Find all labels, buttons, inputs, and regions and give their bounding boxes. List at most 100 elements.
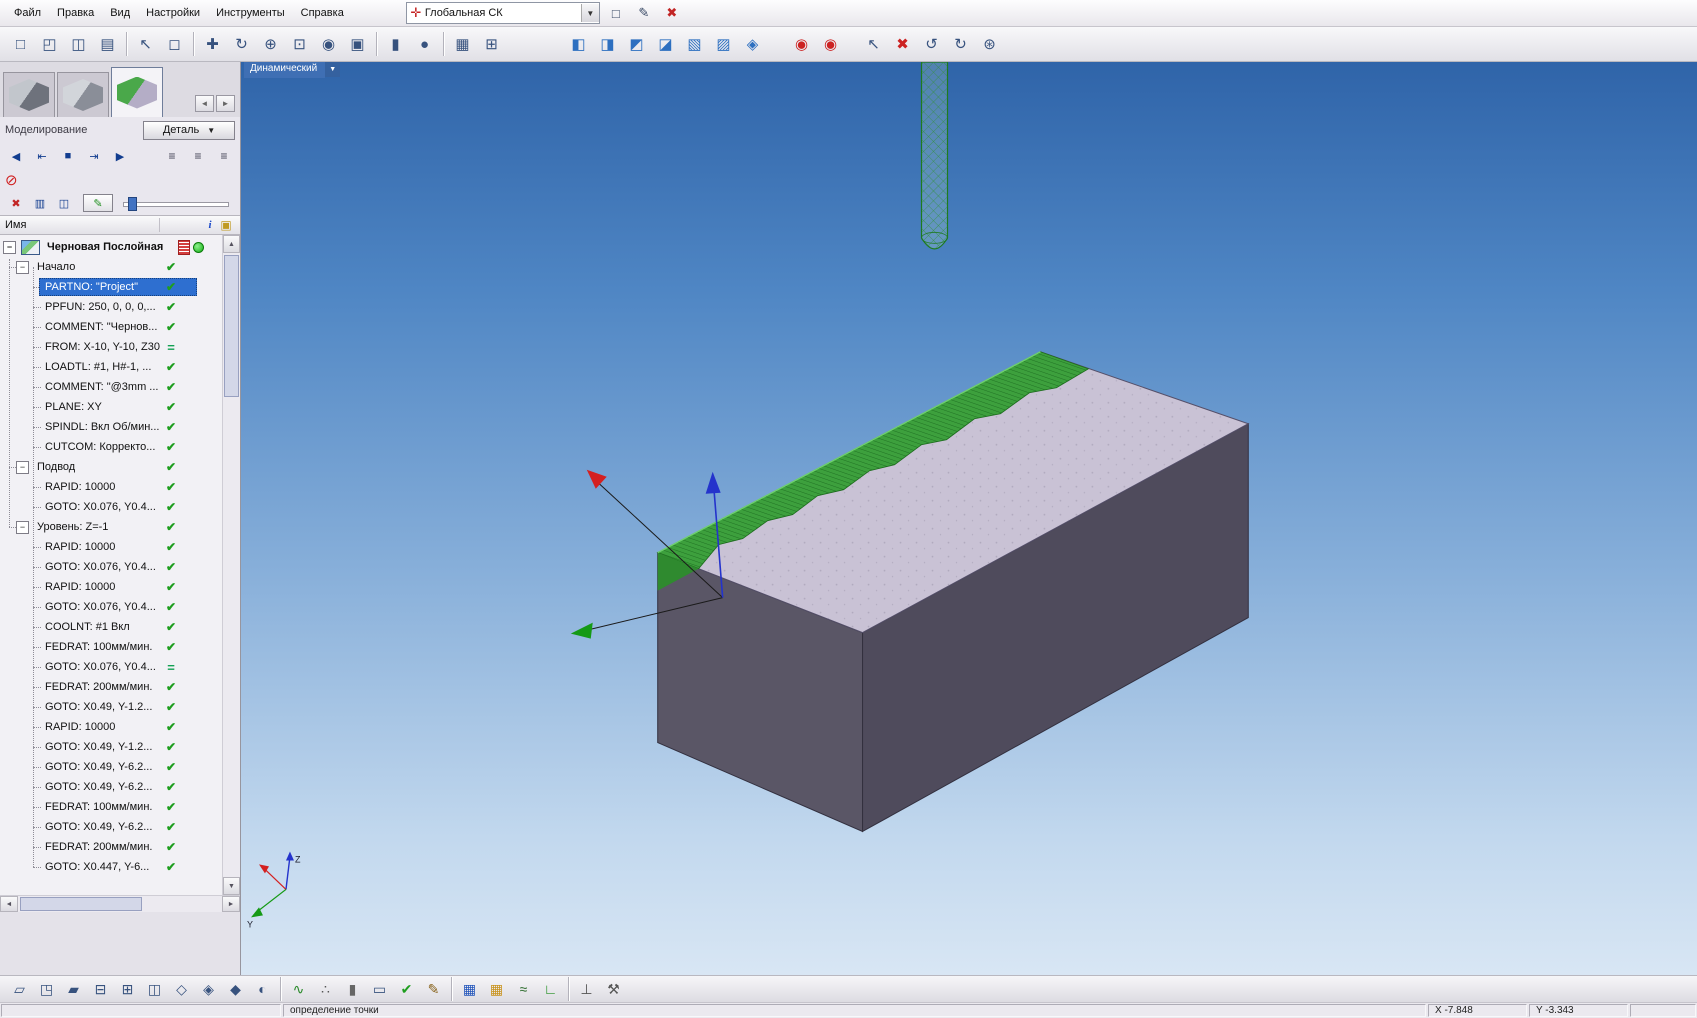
stock-model-tool-button[interactable]: ▭ [366, 977, 393, 1002]
tree-row[interactable]: GOTO: X0.49, Y-1.2... ✔ [0, 697, 222, 717]
snapshot-button[interactable]: ▣ [343, 30, 372, 59]
tree-row[interactable]: GOTO: X0.49, Y-6.2... ✔ [0, 777, 222, 797]
tree-row[interactable]: COOLNT: #1 Вкл ✔ [0, 617, 222, 637]
tree-row[interactable]: PPFUN: 250, 0, 0, 0,... ✔ [0, 297, 222, 317]
thumbnail-tab-2[interactable] [57, 72, 109, 117]
save-file-button[interactable]: ◫ [64, 30, 93, 59]
view-filter-3-button[interactable]: ◩ [622, 30, 651, 59]
view-filter-6-button[interactable]: ▨ [709, 30, 738, 59]
tree-row[interactable]: GOTO: X0.447, Y-6... ✔ [0, 857, 222, 877]
tree-row[interactable]: SPINDL: Вкл Об/мин... ✔ [0, 417, 222, 437]
tree-row[interactable]: LOADTL: #1, H#-1, ... ✔ [0, 357, 222, 377]
mill-tool-button[interactable]: ⊥ [573, 977, 600, 1002]
ok-check-tool-button[interactable]: ✔ [393, 977, 420, 1002]
tree-row[interactable]: − Начало ✔ [0, 257, 222, 277]
sim-to-begin-button[interactable]: ⇤ [30, 145, 54, 167]
interrupt-button[interactable]: ⊘ [5, 171, 18, 189]
stock-section-button[interactable]: ◫ [141, 977, 168, 1002]
tree-row[interactable]: − Уровень: Z=-1 ✔ [0, 517, 222, 537]
spheres-tool-button[interactable]: ∴ [312, 977, 339, 1002]
thumbnail-tab-3[interactable] [111, 67, 163, 117]
menu-Справка[interactable]: Справка [293, 3, 352, 23]
tree-expander-icon[interactable]: − [3, 240, 16, 254]
viewport-3d[interactable]: Динамический ▼ Z Y [241, 62, 1697, 975]
local-cs-button[interactable]: ∟ [537, 977, 564, 1002]
close-red-button[interactable]: ✖ [660, 2, 684, 24]
tree-row[interactable]: RAPID: 10000 ✔ [0, 537, 222, 557]
scroll-right-icon[interactable]: ► [222, 896, 240, 912]
tree-row[interactable]: RAPID: 10000 ✔ [0, 717, 222, 737]
tree-row[interactable]: GOTO: X0.076, Y0.4... ✔ [0, 557, 222, 577]
edit-speed-button[interactable]: ✎ [83, 194, 113, 212]
menu-Настройки[interactable]: Настройки [138, 3, 208, 23]
cursor-erase-button[interactable]: ↖ [859, 30, 888, 59]
new-file-button[interactable]: □ [6, 30, 35, 59]
workpiece-block[interactable] [656, 351, 1250, 833]
thumbnail-tab-1[interactable] [3, 72, 55, 117]
view-cube-wire-button[interactable]: ◇ [168, 977, 195, 1002]
table-params-button[interactable]: ▦ [483, 977, 510, 1002]
zoom-window-button[interactable]: ⊡ [285, 30, 314, 59]
tree-row[interactable]: COMMENT: "@3mm ... ✔ [0, 377, 222, 397]
sim-play-button[interactable]: ▶ [108, 145, 132, 167]
zoom-view-button[interactable]: ⊕ [256, 30, 285, 59]
select-region-button[interactable]: ◻ [160, 30, 189, 59]
delete-item-button[interactable]: ✖ [888, 30, 917, 59]
tree-row[interactable]: GOTO: X0.076, Y0.4... = [0, 657, 222, 677]
info-icon[interactable]: i [203, 219, 217, 231]
view-mode-combo[interactable]: Динамический ▼ [244, 62, 341, 78]
sim-step-back-button[interactable]: ◀ [4, 145, 28, 167]
trace-list-3-button[interactable]: ≡ [212, 145, 236, 167]
spring-tool-button[interactable]: ∿ [285, 977, 312, 1002]
wrench-settings-button[interactable]: ⚒ [600, 977, 627, 1002]
table-selected-button[interactable]: ▦ [456, 977, 483, 1002]
stock-cylinder-button[interactable]: ▮ [381, 30, 410, 59]
tree-row[interactable]: GOTO: X0.49, Y-6.2... ✔ [0, 757, 222, 777]
tabs-scroll-right[interactable]: ► [216, 95, 235, 112]
toolpath-zigzag-button[interactable]: ≈ [510, 977, 537, 1002]
camera-view-button[interactable]: ◉ [314, 30, 343, 59]
viewport-3d-scene[interactable]: Z Y [241, 62, 1697, 974]
rotate-view-button[interactable]: ↻ [227, 30, 256, 59]
scrollbar-track[interactable] [223, 253, 240, 877]
view-filter-5-button[interactable]: ▧ [680, 30, 709, 59]
scroll-up-icon[interactable]: ▲ [223, 235, 240, 253]
scroll-left-icon[interactable]: ◄ [0, 896, 18, 912]
tree-row[interactable]: PLANE: XY ✔ [0, 397, 222, 417]
scrollbar-thumb[interactable] [224, 255, 239, 397]
tree-row[interactable]: RAPID: 10000 ✔ [0, 477, 222, 497]
menu-Инструменты[interactable]: Инструменты [208, 3, 293, 23]
tree-row[interactable]: COMMENT: "Чернов... ✔ [0, 317, 222, 337]
edit-postprocessor-button[interactable]: ✎ [632, 2, 656, 24]
trace-list-1-button[interactable]: ≡ [160, 145, 184, 167]
scrollbar-thumb[interactable] [20, 897, 142, 911]
chevron-down-icon[interactable]: ▼ [580, 4, 599, 22]
stock-sphere-button[interactable]: ● [410, 30, 439, 59]
tree-row[interactable]: PARTNO: "Project" ✔ [0, 277, 222, 297]
view-cube-shade-button[interactable]: ◐ [249, 977, 276, 1002]
speed-slider[interactable] [123, 196, 229, 211]
stock-box-button[interactable]: ▱ [6, 977, 33, 1002]
detail-button[interactable]: Деталь ▼ [143, 120, 235, 140]
transform-button[interactable]: ⊛ [975, 30, 1004, 59]
chevron-down-icon[interactable]: ▼ [325, 62, 341, 77]
new-page-button[interactable]: □ [604, 2, 628, 24]
tree-expander-icon[interactable]: − [16, 520, 29, 534]
tree-vertical-scrollbar[interactable]: ▲ ▼ [222, 235, 240, 895]
tree-row[interactable]: CUTCOM: Корректо... ✔ [0, 437, 222, 457]
open-folder-button[interactable]: ◰ [35, 30, 64, 59]
probe-point-1-button[interactable]: ◉ [787, 30, 816, 59]
slider-thumb[interactable] [128, 197, 137, 211]
tree-expander-icon[interactable]: − [16, 460, 29, 474]
menu-Вид[interactable]: Вид [102, 3, 138, 23]
tree-row[interactable]: FEDRAT: 200мм/мин. ✔ [0, 837, 222, 857]
scrollbar-track[interactable] [18, 896, 222, 912]
delete-trace-button[interactable]: ✖ [5, 192, 27, 214]
view-cube-half-button[interactable]: ◈ [195, 977, 222, 1002]
tree-row[interactable]: − Подвод ✔ [0, 457, 222, 477]
cylinder-sphere-tool-button[interactable]: ▮ [339, 977, 366, 1002]
save-trace-button[interactable]: ◫ [53, 192, 75, 214]
tree-row[interactable]: FROM: X-10, Y-10, Z30 = [0, 337, 222, 357]
print-button[interactable]: ▤ [93, 30, 122, 59]
view-filter-4-button[interactable]: ◪ [651, 30, 680, 59]
